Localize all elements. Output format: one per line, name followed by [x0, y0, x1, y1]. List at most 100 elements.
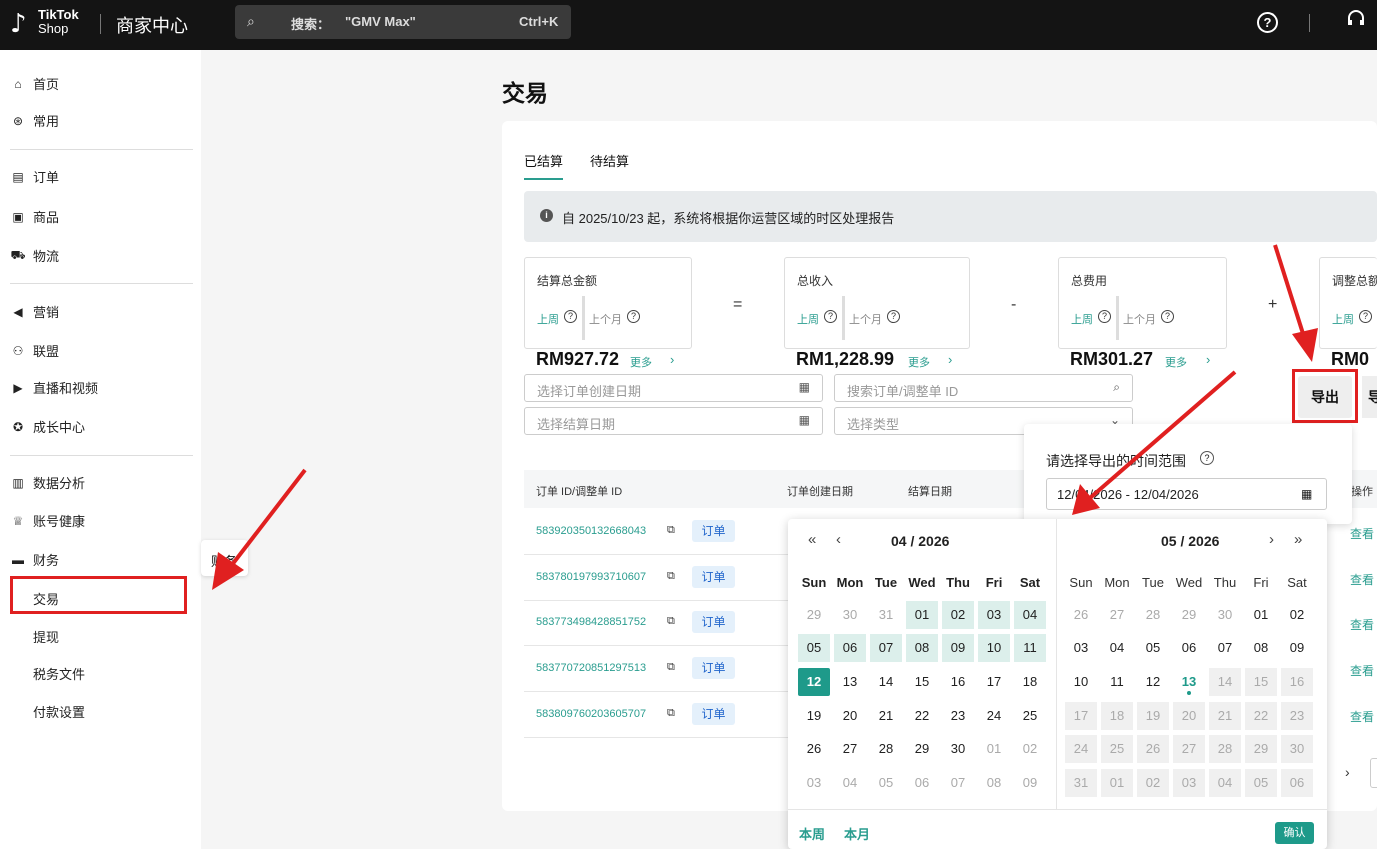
calendar-day[interactable]: 05	[1245, 769, 1277, 797]
calendar-day[interactable]: 25	[1014, 702, 1046, 730]
calendar-day[interactable]: 26	[1065, 601, 1097, 629]
calendar-day[interactable]: 28	[1137, 601, 1169, 629]
order-date-picker[interactable]: 选择订单创建日期 ▦	[524, 374, 823, 402]
prev-month-icon[interactable]: ‹	[836, 531, 841, 548]
calendar-day[interactable]: 06	[1173, 634, 1205, 662]
calendar-day[interactable]: 15	[906, 668, 938, 696]
calendar-day[interactable]: 27	[1173, 735, 1205, 763]
more-link[interactable]: 更多	[630, 354, 652, 370]
more-link[interactable]: 更多	[908, 354, 930, 370]
order-id-link[interactable]: 583773498428851752	[536, 616, 646, 628]
prev-year-icon[interactable]: «	[808, 531, 816, 548]
calendar-day[interactable]: 23	[942, 702, 974, 730]
calendar-day[interactable]: 23	[1281, 702, 1313, 730]
calendar-day[interactable]: 05	[870, 769, 902, 797]
sidebar-item-analytics[interactable]: ▥ 数据分析	[10, 473, 85, 492]
tab-settled[interactable]: 已结算	[524, 151, 564, 180]
calendar-day[interactable]: 26	[798, 735, 830, 763]
sidebar-item-home[interactable]: ⌂ 首页	[10, 74, 59, 93]
sidebar-item-payment-settings[interactable]: 付款设置	[33, 702, 85, 721]
search-order-input[interactable]: 搜索订单/调整单 ID ⌕	[834, 374, 1133, 402]
calendar-day[interactable]: 01	[1101, 769, 1133, 797]
calendar-day[interactable]: 22	[1245, 702, 1277, 730]
calendar-day[interactable]: 02	[1281, 601, 1313, 629]
chevron-right-icon[interactable]: ›	[948, 352, 952, 367]
calendar-day[interactable]: 25	[1101, 735, 1133, 763]
last-week-link[interactable]: 上周	[537, 311, 559, 327]
calendar-day[interactable]: 08	[1245, 634, 1277, 662]
view-link[interactable]: 查看	[1350, 662, 1374, 679]
help-icon[interactable]: ?	[627, 310, 640, 323]
help-icon[interactable]: ?	[1161, 310, 1174, 323]
calendar-day[interactable]: 19	[1137, 702, 1169, 730]
calendar-day[interactable]: 07	[870, 634, 902, 662]
calendar-day[interactable]: 13	[834, 668, 866, 696]
last-week-link[interactable]: 上周	[797, 311, 819, 327]
calendar-day[interactable]: 26	[1137, 735, 1169, 763]
calendar-day[interactable]: 01	[1245, 601, 1277, 629]
calendar-day[interactable]: 14	[870, 668, 902, 696]
last-week-link[interactable]: 上周	[1071, 311, 1093, 327]
sidebar-item-tax-docs[interactable]: 税务文件	[33, 664, 85, 683]
sidebar-item-live-video[interactable]: ▶ 直播和视频	[10, 378, 98, 397]
tiktok-shop-logo[interactable]: ♪ TikTok Shop	[10, 7, 100, 43]
order-id-link[interactable]: 583920350132668043	[536, 525, 646, 537]
view-link[interactable]: 查看	[1350, 525, 1374, 542]
calendar-day[interactable]: 04	[1014, 601, 1046, 629]
calendar-day[interactable]: 04	[834, 769, 866, 797]
calendar-day[interactable]: 15	[1245, 668, 1277, 696]
calendar-day[interactable]: 09	[1014, 769, 1046, 797]
calendar-day[interactable]: 13	[1173, 668, 1205, 696]
calendar-day[interactable]: 22	[906, 702, 938, 730]
chevron-right-icon[interactable]: ›	[1345, 764, 1350, 780]
calendar-day[interactable]: 24	[1065, 735, 1097, 763]
calendar-day[interactable]: 06	[906, 769, 938, 797]
export-history-button[interactable]: 导	[1362, 376, 1377, 418]
calendar-day[interactable]: 20	[1173, 702, 1205, 730]
sidebar-item-finance[interactable]: ▬ 财务	[10, 550, 59, 569]
calendar-day[interactable]: 16	[942, 668, 974, 696]
chevron-right-icon[interactable]: ›	[1206, 352, 1210, 367]
next-year-icon[interactable]: »	[1294, 531, 1302, 548]
view-link[interactable]: 查看	[1350, 616, 1374, 633]
calendar-day[interactable]: 17	[978, 668, 1010, 696]
more-link[interactable]: 更多	[1165, 354, 1187, 370]
calendar-day[interactable]: 02	[942, 601, 974, 629]
calendar-day[interactable]: 07	[1209, 634, 1241, 662]
calendar-day[interactable]: 28	[1209, 735, 1241, 763]
calendar-day[interactable]: 16	[1281, 668, 1313, 696]
chevron-right-icon[interactable]: ›	[670, 352, 674, 367]
calendar-day[interactable]: 31	[870, 601, 902, 629]
calendar-day[interactable]: 27	[834, 735, 866, 763]
calendar-day[interactable]: 09	[942, 634, 974, 662]
calendar-day[interactable]: 03	[1065, 634, 1097, 662]
calendar-day[interactable]: 06	[1281, 769, 1313, 797]
calendar-day[interactable]: 31	[1065, 769, 1097, 797]
calendar-day[interactable]: 05	[1137, 634, 1169, 662]
last-month-label[interactable]: 上个月	[589, 311, 622, 327]
calendar-day[interactable]: 17	[1065, 702, 1097, 730]
help-icon[interactable]: ?	[1359, 310, 1372, 323]
copy-icon[interactable]: ⧉	[667, 615, 675, 628]
sidebar-item-common[interactable]: ⊛ 常用	[10, 111, 59, 130]
help-icon[interactable]: ?	[1257, 12, 1278, 33]
copy-icon[interactable]: ⧉	[667, 707, 675, 720]
calendar-day[interactable]: 21	[1209, 702, 1241, 730]
sidebar-item-marketing[interactable]: ◀ 营销	[10, 302, 59, 321]
calendar-day[interactable]: 29	[906, 735, 938, 763]
calendar-day[interactable]: 08	[978, 769, 1010, 797]
order-id-link[interactable]: 583780197993710607	[536, 571, 646, 583]
calendar-day[interactable]: 01	[978, 735, 1010, 763]
next-month-icon[interactable]: ›	[1269, 531, 1274, 548]
calendar-day[interactable]: 03	[1173, 769, 1205, 797]
help-icon[interactable]: ?	[564, 310, 577, 323]
calendar-day[interactable]: 02	[1014, 735, 1046, 763]
calendar-day[interactable]: 24	[978, 702, 1010, 730]
calendar-day[interactable]: 29	[1173, 601, 1205, 629]
calendar-day[interactable]: 12	[1137, 668, 1169, 696]
calendar-day[interactable]: 02	[1137, 769, 1169, 797]
last-month-label[interactable]: 上个月	[849, 311, 882, 327]
sidebar-item-products[interactable]: ▣ 商品	[10, 207, 59, 226]
sidebar-item-logistics[interactable]: ⛟ 物流	[10, 246, 59, 265]
view-link[interactable]: 查看	[1350, 571, 1374, 588]
